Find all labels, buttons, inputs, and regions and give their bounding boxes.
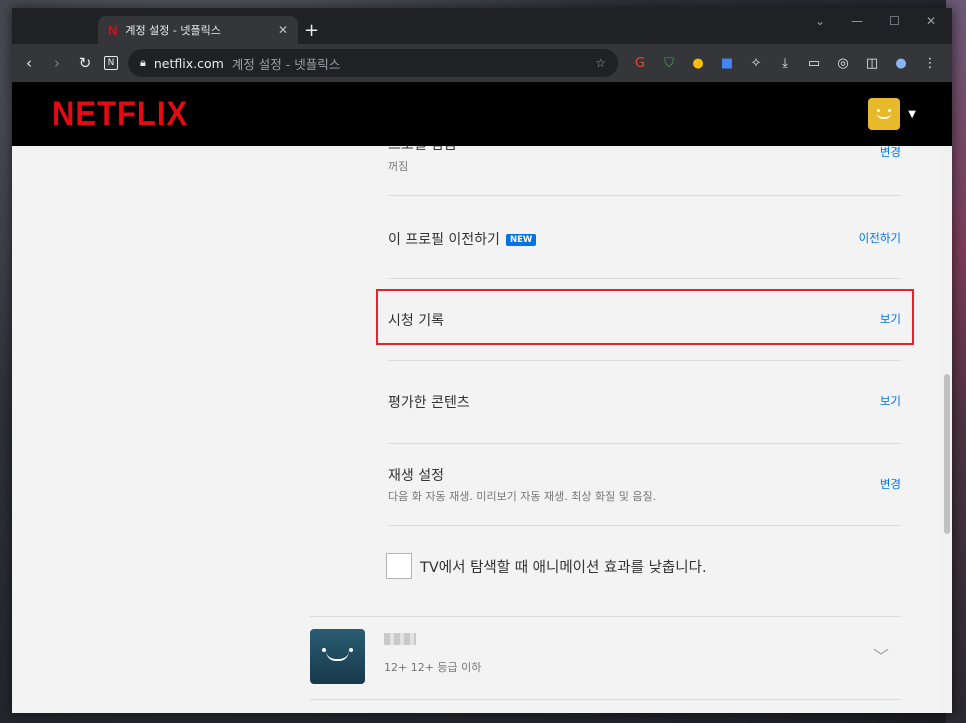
playback-settings-change-link[interactable]: 변경 [880, 476, 901, 492]
window-controls: ⌄ — ☐ ✕ [815, 14, 936, 28]
profile-lock-label: 프로필 잠금 [388, 146, 457, 154]
next-profile-row[interactable]: 12+ 12+ 등급 이하 ﹀ [310, 629, 901, 689]
tab-search-icon[interactable]: ⌄ [815, 14, 825, 28]
chevron-down-icon[interactable]: ﹀ [873, 643, 889, 667]
reduce-animation-label[interactable]: TV에서 탐색할 때 애니메이션 효과를 낮춥니다. [420, 556, 707, 577]
profile-avatar-icon[interactable]: ● [893, 56, 909, 71]
rated-content-view-link[interactable]: 보기 [880, 393, 901, 409]
profile-menu[interactable]: ▼ [868, 98, 916, 130]
scrollbar-thumb[interactable] [944, 374, 950, 534]
extension-avatar-icon[interactable]: ● [690, 56, 706, 71]
section-divider-bottom [310, 699, 901, 700]
tab-title: 계정 설정 - 넷플릭스 [125, 24, 221, 37]
url-host: netflix.com [153, 55, 224, 71]
forward-arrow-icon[interactable]: › [48, 54, 66, 72]
rated-content-label: 평가한 콘텐츠 [388, 395, 470, 411]
tab-account-settings[interactable]: N 계정 설정 - 넷플릭스 ✕ [98, 16, 298, 44]
extensions-area: G ⛉ ● ■ ✧ ⤓ ▭ ◎ ◫ ● ⋮ [632, 56, 938, 71]
profile-lock-change-link[interactable]: 변경 [880, 146, 901, 160]
account-settings-content: 프로필 잠금 꺼짐 변경 이 프로필 이전하기NEW 이전하기 시청 기록 보기… [12, 146, 952, 713]
playback-settings-description: 다음 화 자동 재생. 미리보기 자동 재생. 최상 화질 및 음질. [388, 490, 657, 503]
new-badge: NEW [505, 234, 537, 246]
caret-down-icon[interactable]: ▼ [908, 109, 916, 120]
notion-extension-icon[interactable]: N [104, 56, 118, 70]
back-arrow-icon[interactable]: ‹ [20, 54, 38, 72]
more-menu-icon[interactable]: ⋮ [922, 56, 938, 71]
new-tab-button[interactable]: + [304, 20, 319, 41]
maturity-rating-text: 12+ 12+ 등급 이하 [384, 661, 482, 674]
blurred-profile-name [384, 633, 416, 645]
netflix-logo[interactable]: NETFLIX [52, 94, 188, 134]
transfer-profile-label: 이 프로필 이전하기 NEW [388, 229, 537, 249]
browser-toolbar: ‹ › ↻ N 🔒︎ netflix.com 계정 설정 - 넷플릭스 ☆ G … [12, 44, 952, 82]
reduce-animation-option: TV에서 탐색할 때 애니메이션 효과를 낮춥니다. [386, 553, 707, 579]
rated-content-row: 평가한 콘텐츠 보기 [388, 361, 901, 444]
section-divider [310, 616, 901, 617]
close-window-button[interactable]: ✕ [926, 14, 936, 28]
tab-strip: N 계정 설정 - 넷플릭스 ✕ + ⌄ — ☐ ✕ [12, 8, 952, 44]
capture-icon[interactable]: ◎ [835, 56, 851, 71]
url-page-title: 계정 설정 - 넷플릭스 [231, 56, 341, 72]
lock-icon[interactable]: 🔒︎ [140, 56, 146, 70]
address-bar[interactable]: 🔒︎ netflix.com 계정 설정 - 넷플릭스 ☆ [128, 49, 618, 77]
transfer-profile-row: 이 프로필 이전하기 NEW 이전하기 [388, 196, 901, 279]
netflix-favicon-icon: N [108, 22, 118, 38]
minimize-button[interactable]: — [851, 14, 863, 28]
next-profile-avatar [310, 629, 365, 684]
playback-settings-label: 재생 설정 [388, 468, 444, 484]
profile-avatar[interactable] [868, 98, 901, 130]
profile-lock-status: 꺼짐 [388, 160, 409, 173]
shield-extension-icon[interactable]: ⛉ [661, 56, 677, 71]
maximize-button[interactable]: ☐ [889, 14, 900, 28]
download-icon[interactable]: ⤓ [777, 56, 793, 71]
screencast-icon[interactable]: ▭ [806, 56, 822, 71]
transfer-profile-text: 이 프로필 이전하기 [388, 232, 500, 248]
playback-settings-row: 재생 설정 다음 화 자동 재생. 미리보기 자동 재생. 최상 화질 및 음질… [388, 444, 901, 526]
close-tab-icon[interactable]: ✕ [278, 23, 288, 37]
transfer-profile-link[interactable]: 이전하기 [859, 230, 901, 246]
translate-extension-icon[interactable]: ■ [719, 56, 735, 71]
extension-g-icon[interactable]: G [632, 56, 648, 71]
reduce-animation-checkbox[interactable] [386, 553, 412, 579]
puzzle-extensions-icon[interactable]: ✧ [748, 56, 764, 71]
netflix-header: NETFLIX ▼ [12, 82, 952, 146]
bookmark-star-icon[interactable]: ☆ [595, 56, 606, 70]
browser-window: N 계정 설정 - 넷플릭스 ✕ + ⌄ — ☐ ✕ ‹ › ↻ N 🔒︎ ne… [12, 8, 952, 713]
reload-icon[interactable]: ↻ [76, 54, 94, 72]
profile-lock-row: 프로필 잠금 꺼짐 변경 [388, 146, 901, 196]
side-panel-icon[interactable]: ◫ [864, 56, 880, 71]
viewing-history-highlight-box [376, 289, 914, 345]
